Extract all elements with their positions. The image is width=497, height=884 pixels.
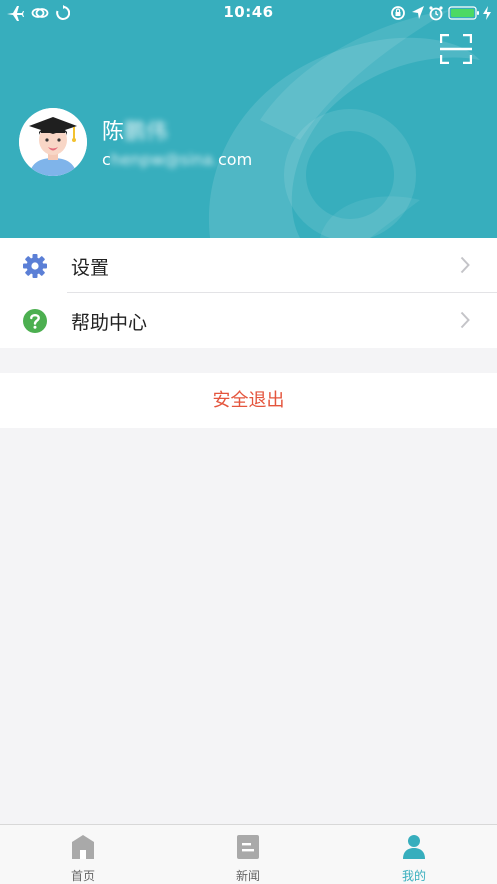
chevron-right-icon (460, 311, 470, 329)
news-icon (237, 835, 259, 859)
gear-icon (23, 254, 47, 278)
help-icon (23, 309, 47, 333)
email-suffix: com (217, 150, 253, 169)
tab-home[interactable]: 首页 (23, 825, 143, 884)
email-prefix: c (102, 150, 111, 169)
battery-icon (448, 6, 479, 20)
user-name: 陈鹏伟 (102, 114, 168, 146)
status-bar: 10:46 (0, 0, 497, 26)
location-icon (412, 6, 424, 19)
menu-item-help-center[interactable]: 帮助中心 (0, 293, 497, 348)
logout-button[interactable]: 安全退出 (0, 373, 497, 428)
home-icon (72, 835, 94, 859)
tab-mine-label: 我的 (401, 869, 426, 883)
bottom-tab-bar: 首页 新闻 我的 (0, 824, 497, 884)
user-name-blurred: 鹏伟 (124, 120, 169, 145)
orientation-lock-icon (391, 6, 405, 20)
menu-item-settings[interactable]: 设置 (0, 238, 497, 293)
chevron-right-icon (460, 256, 470, 274)
profile-icon (403, 835, 425, 859)
user-email: chenpw@sina.com (102, 150, 252, 169)
alarm-icon (429, 6, 443, 21)
tab-home-label: 首页 (70, 869, 95, 883)
email-blurred: henpw@sina. (110, 150, 218, 169)
tab-mine[interactable]: 我的 (354, 825, 474, 884)
profile-header: 10:46 陈鹏伟 chenpw@sina.com (0, 0, 497, 238)
charging-icon (483, 6, 491, 20)
scan-frame-icon[interactable] (440, 34, 472, 64)
tab-news-label: 新闻 (235, 869, 260, 883)
avatar[interactable] (19, 108, 87, 176)
menu-item-settings-label: 设置 (71, 257, 110, 279)
graduate-avatar-icon (19, 108, 87, 176)
tab-news[interactable]: 新闻 (188, 825, 308, 884)
user-name-visible: 陈 (102, 120, 125, 145)
logout-label: 安全退出 (212, 390, 285, 411)
menu-item-help-center-label: 帮助中心 (71, 312, 148, 334)
settings-menu: 设置 帮助中心 (0, 238, 497, 348)
